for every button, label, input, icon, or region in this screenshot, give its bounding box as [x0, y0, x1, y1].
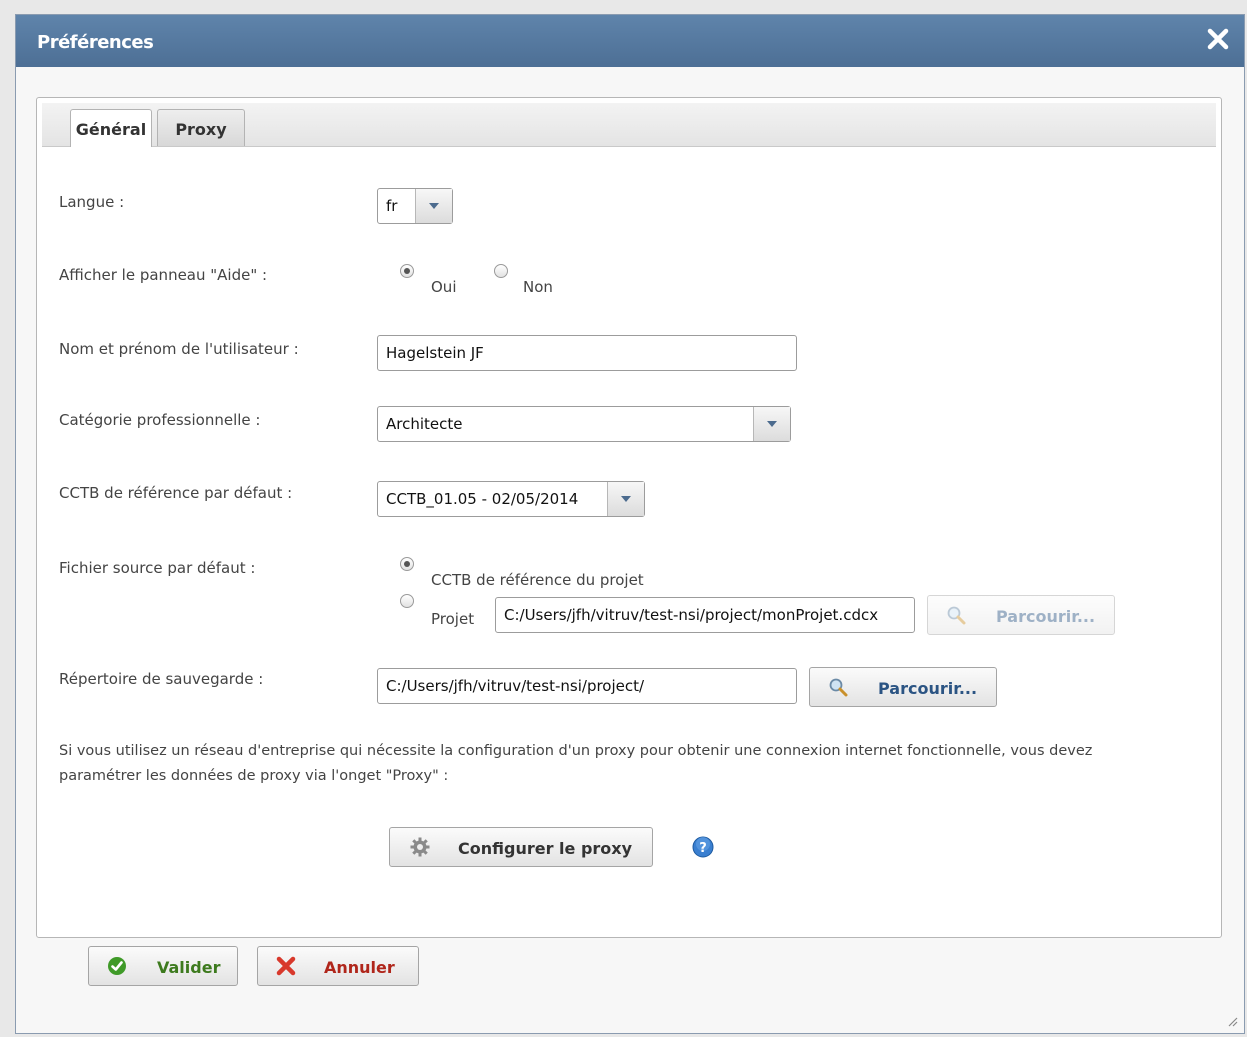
aide-oui-label: Oui	[431, 278, 457, 296]
svg-text:?: ?	[699, 841, 707, 856]
chevron-down-icon	[607, 482, 644, 516]
aide-oui-radio[interactable]	[400, 264, 414, 278]
check-circle-icon	[108, 957, 126, 975]
magnifier-icon	[829, 678, 848, 697]
close-button[interactable]	[1206, 27, 1230, 53]
proxy-note-line2: paramétrer les données de proxy via l'on…	[59, 768, 449, 784]
gear-icon	[410, 837, 430, 857]
langue-select[interactable]: fr	[377, 188, 453, 224]
preferences-dialog: Préférences Général Proxy Langue : fr Af…	[15, 14, 1245, 1034]
nom-label: Nom et prénom de l'utilisateur :	[59, 340, 299, 358]
general-panel: Général Proxy Langue : fr Afficher le pa…	[36, 97, 1222, 938]
cctb-value: CCTB_01.05 - 02/05/2014	[386, 490, 579, 508]
fichier-browse-label: Parcourir...	[996, 607, 1096, 626]
aide-label: Afficher le panneau "Aide" :	[59, 266, 268, 284]
configure-proxy-button[interactable]: Configurer le proxy	[389, 827, 653, 867]
fichier-projet-label: Projet	[431, 610, 475, 628]
categorie-select[interactable]: Architecte	[377, 406, 791, 442]
repertoire-browse-label: Parcourir...	[878, 679, 978, 698]
fichier-label: Fichier source par défaut :	[59, 559, 256, 577]
cctb-select[interactable]: CCTB_01.05 - 02/05/2014	[377, 481, 645, 517]
repertoire-browse-button[interactable]: Parcourir...	[809, 667, 997, 707]
resize-grip-icon[interactable]	[1226, 1015, 1238, 1027]
repertoire-input[interactable]: C:/Users/jfh/vitruv/test-nsi/project/	[377, 668, 797, 704]
proxy-note-line1: Si vous utilisez un réseau d'entreprise …	[59, 743, 1093, 759]
chevron-down-icon	[415, 189, 452, 223]
fichier-browse-button[interactable]: Parcourir...	[927, 595, 1115, 635]
validate-button[interactable]: Valider	[88, 946, 238, 986]
magnifier-icon	[947, 606, 966, 625]
validate-label: Valider	[157, 958, 221, 977]
title-bar[interactable]: Préférences	[16, 15, 1244, 67]
close-icon	[1207, 28, 1229, 50]
tab-general[interactable]: Général	[70, 109, 152, 147]
categorie-value: Architecte	[386, 415, 463, 433]
fichier-reference-label: CCTB de référence du projet	[431, 571, 644, 589]
langue-value: fr	[386, 197, 398, 215]
cross-icon	[276, 956, 296, 976]
help-icon[interactable]: ?	[692, 836, 714, 858]
aide-non-radio[interactable]	[494, 264, 508, 278]
nom-input[interactable]: Hagelstein JF	[377, 335, 797, 371]
configure-proxy-label: Configurer le proxy	[458, 839, 633, 858]
aide-non-label: Non	[523, 278, 553, 296]
cancel-button[interactable]: Annuler	[257, 946, 419, 986]
repertoire-label: Répertoire de sauvegarde :	[59, 670, 264, 688]
fichier-reference-radio[interactable]	[400, 557, 414, 571]
categorie-label: Catégorie professionnelle :	[59, 411, 261, 429]
dialog-title: Préférences	[37, 32, 154, 53]
cctb-label: CCTB de référence par défaut :	[59, 484, 293, 502]
tab-proxy[interactable]: Proxy	[157, 109, 245, 146]
cancel-label: Annuler	[324, 958, 395, 977]
fichier-projet-path-input[interactable]: C:/Users/jfh/vitruv/test-nsi/project/mon…	[495, 597, 915, 633]
chevron-down-icon	[753, 407, 790, 441]
tab-strip: Général Proxy	[42, 103, 1216, 147]
langue-label: Langue :	[59, 193, 125, 211]
fichier-projet-radio[interactable]	[400, 594, 414, 608]
